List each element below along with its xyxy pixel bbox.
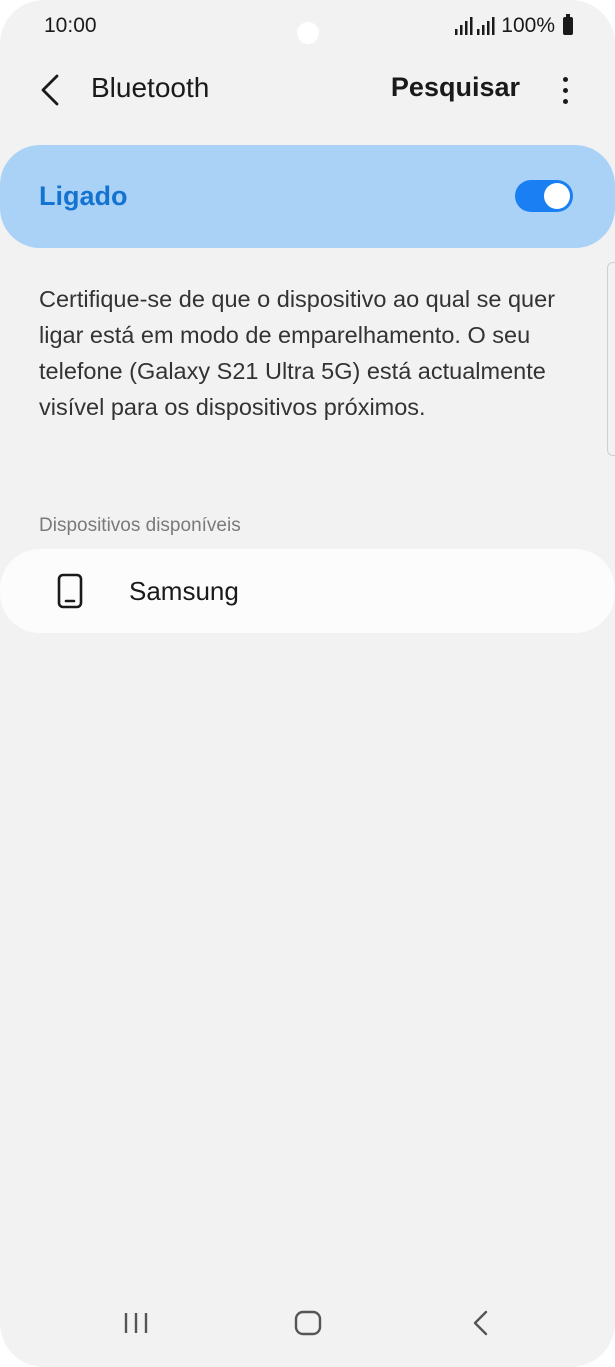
- home-button[interactable]: [283, 1303, 333, 1343]
- battery-percent: 100%: [501, 14, 555, 37]
- visibility-description: Certifique-se de que o dispositivo ao qu…: [39, 286, 556, 420]
- chevron-left-icon: [41, 74, 59, 106]
- app-header: Bluetooth Pesquisar: [0, 60, 615, 120]
- scroll-indicator[interactable]: [607, 262, 615, 456]
- bluetooth-switch[interactable]: [515, 180, 573, 212]
- switch-knob: [544, 183, 570, 209]
- status-bar: 10:00 100%: [0, 0, 615, 56]
- more-options-button[interactable]: [553, 70, 577, 110]
- toggle-label: Ligado: [39, 181, 128, 211]
- device-name: Samsung: [129, 576, 239, 606]
- status-icons: 100%: [455, 14, 573, 38]
- status-time: 10:00: [44, 14, 97, 37]
- back-button[interactable]: [30, 68, 70, 112]
- signal-icon: [455, 17, 495, 35]
- back-nav-button[interactable]: [455, 1303, 505, 1343]
- more-vertical-icon: [562, 76, 568, 82]
- device-item[interactable]: Samsung: [0, 549, 615, 633]
- page-title: Bluetooth: [91, 72, 210, 103]
- battery-icon: [563, 14, 573, 35]
- recent-apps-button[interactable]: [111, 1303, 161, 1343]
- smartphone-icon: [57, 573, 83, 609]
- back-icon: [473, 1310, 488, 1336]
- bluetooth-toggle-card[interactable]: Ligado: [0, 145, 615, 248]
- home-icon: [294, 1310, 322, 1336]
- search-button[interactable]: Pesquisar: [391, 72, 520, 103]
- section-header-available-devices: Dispositivos disponíveis: [39, 515, 241, 536]
- recent-apps-icon: [124, 1313, 148, 1333]
- navigation-bar: [0, 1287, 615, 1367]
- front-camera: [297, 22, 319, 44]
- phone-screen: 10:00 100% Bluetooth Pesquisar Ligado Ce…: [0, 0, 615, 1367]
